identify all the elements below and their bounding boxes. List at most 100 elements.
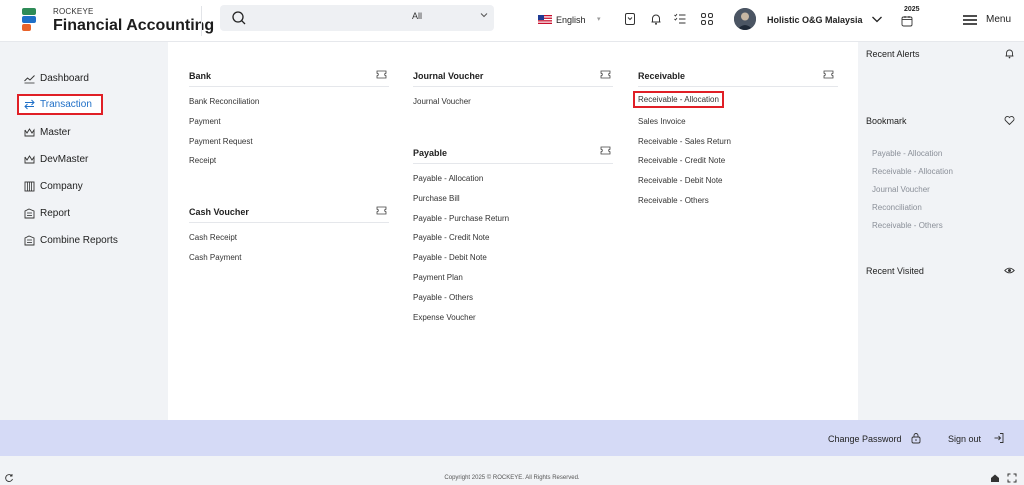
recent-alerts-title: Recent Alerts [866, 49, 920, 59]
bookmark-item[interactable]: Payable - Allocation [872, 149, 942, 158]
nav-label-company: Company [40, 181, 83, 192]
bookmark-item[interactable]: Receivable - Allocation [872, 167, 953, 176]
recent-visited-title: Recent Visited [866, 266, 924, 276]
transaction-menu-panel [168, 42, 858, 420]
link-receivable-credit-note[interactable]: Receivable - Credit Note [638, 156, 725, 165]
fullscreen-icon[interactable] [1007, 473, 1017, 483]
calendar-icon[interactable] [901, 15, 913, 27]
header-divider [201, 6, 202, 36]
link-expense-voucher[interactable]: Expense Voucher [413, 313, 476, 322]
link-journal-voucher[interactable]: Journal Voucher [413, 97, 471, 106]
avatar-photo-icon [734, 8, 756, 30]
section-title-cash-voucher: Cash Voucher [189, 207, 249, 217]
link-sales-invoice[interactable]: Sales Invoice [638, 117, 686, 126]
ticket-icon [823, 70, 834, 79]
link-cash-receipt[interactable]: Cash Receipt [189, 233, 237, 242]
ticket-icon [600, 146, 611, 155]
bell-icon[interactable] [1004, 48, 1015, 59]
fiscal-year: 2025 [904, 6, 920, 13]
nav-item-transaction[interactable]: Transaction [17, 94, 103, 115]
section-divider [413, 86, 613, 87]
apps-grid-icon[interactable] [700, 12, 714, 26]
link-payable-debit-note[interactable]: Payable - Debit Note [413, 253, 487, 262]
section-title-journal-voucher: Journal Voucher [413, 71, 484, 81]
section-divider [189, 86, 389, 87]
link-bank-reconciliation[interactable]: Bank Reconciliation [189, 97, 259, 106]
copyright-text: Copyright 2025 © ROCKEYE. All Rights Res… [444, 475, 580, 481]
section-divider [413, 163, 613, 164]
company-name[interactable]: Holistic O&G Malaysia [767, 15, 863, 25]
hamburger-menu-icon[interactable] [963, 15, 977, 25]
ticket-icon [376, 206, 387, 215]
ticket-icon [600, 70, 611, 79]
crown-icon [24, 128, 35, 137]
nav-label-transaction: Transaction [40, 99, 92, 110]
link-receivable-allocation[interactable]: Receivable - Allocation [633, 91, 724, 108]
search-icon[interactable] [230, 9, 248, 27]
search-input[interactable] [252, 9, 392, 27]
section-divider [189, 222, 389, 223]
section-divider [638, 86, 838, 87]
lock-icon[interactable] [910, 432, 922, 444]
brand-small-text: ROCKEYE [53, 7, 94, 16]
link-payable-others[interactable]: Payable - Others [413, 293, 473, 302]
change-password-link[interactable]: Change Password [828, 434, 902, 444]
company-chevron-down-icon[interactable] [871, 14, 883, 24]
link-payable-purchase-return[interactable]: Payable - Purchase Return [413, 214, 509, 223]
nav-item-combine-reports[interactable]: Combine Reports [20, 231, 130, 251]
eye-icon[interactable] [1004, 265, 1015, 276]
link-receipt[interactable]: Receipt [189, 156, 216, 165]
heart-icon[interactable] [1004, 115, 1015, 126]
report-icon [24, 235, 35, 246]
link-purchase-bill[interactable]: Purchase Bill [413, 194, 460, 203]
nav-item-master[interactable]: Master [20, 123, 110, 143]
bookmark-title: Bookmark [866, 116, 907, 126]
section-title-bank: Bank [189, 71, 212, 81]
link-payment-plan[interactable]: Payment Plan [413, 273, 463, 282]
search-category-label: All [412, 11, 423, 21]
nav-label-report: Report [40, 208, 71, 219]
ticket-icon [376, 70, 387, 79]
building-icon [24, 181, 35, 192]
nav-item-dashboard[interactable]: Dashboard [20, 69, 110, 89]
link-payment-request[interactable]: Payment Request [189, 137, 253, 146]
rockeye-logo[interactable] [22, 8, 38, 32]
menu-button[interactable]: Menu [986, 14, 1011, 25]
nav-label-master: Master [40, 127, 71, 138]
link-receivable-debit-note[interactable]: Receivable - Debit Note [638, 176, 722, 185]
report-icon [24, 208, 35, 219]
app-title: Financial Accounting [53, 17, 215, 34]
section-title-payable: Payable [413, 148, 448, 158]
link-cash-payment[interactable]: Cash Payment [189, 253, 241, 262]
language-select[interactable]: English [556, 15, 586, 25]
sign-out-icon[interactable] [993, 432, 1005, 444]
nav-item-company[interactable]: Company [20, 177, 110, 197]
nav-item-report[interactable]: Report [20, 204, 110, 224]
sign-out-link[interactable]: Sign out [948, 434, 981, 444]
exchange-icon [24, 99, 35, 110]
bookmark-item[interactable]: Journal Voucher [872, 185, 930, 194]
us-flag-icon [538, 15, 552, 24]
bell-icon[interactable] [649, 12, 663, 26]
nav-label-dashboard: Dashboard [40, 73, 89, 84]
checklist-icon[interactable] [673, 12, 687, 26]
link-payable-allocation[interactable]: Payable - Allocation [413, 174, 483, 183]
nav-label-combine-reports: Combine Reports [40, 235, 118, 246]
language-chevron-icon: ▾ [597, 16, 601, 23]
trend-icon [24, 75, 35, 84]
bookmark-item[interactable]: Receivable - Others [872, 221, 943, 230]
right-panel [858, 42, 1024, 420]
link-receivable-others[interactable]: Receivable - Others [638, 196, 709, 205]
link-payable-credit-note[interactable]: Payable - Credit Note [413, 233, 489, 242]
bookmark-item[interactable]: Reconciliation [872, 203, 922, 212]
user-avatar[interactable] [734, 8, 756, 30]
bookmark-icon[interactable] [623, 12, 637, 26]
nav-item-devmaster[interactable]: DevMaster [20, 150, 110, 170]
link-receivable-sales-return[interactable]: Receivable - Sales Return [638, 137, 731, 146]
crown-icon [24, 155, 35, 164]
section-title-receivable: Receivable [638, 71, 686, 81]
nav-label-devmaster: DevMaster [40, 154, 89, 165]
link-payment[interactable]: Payment [189, 117, 221, 126]
chevron-down-icon [480, 13, 488, 18]
home-icon[interactable] [990, 473, 1000, 483]
